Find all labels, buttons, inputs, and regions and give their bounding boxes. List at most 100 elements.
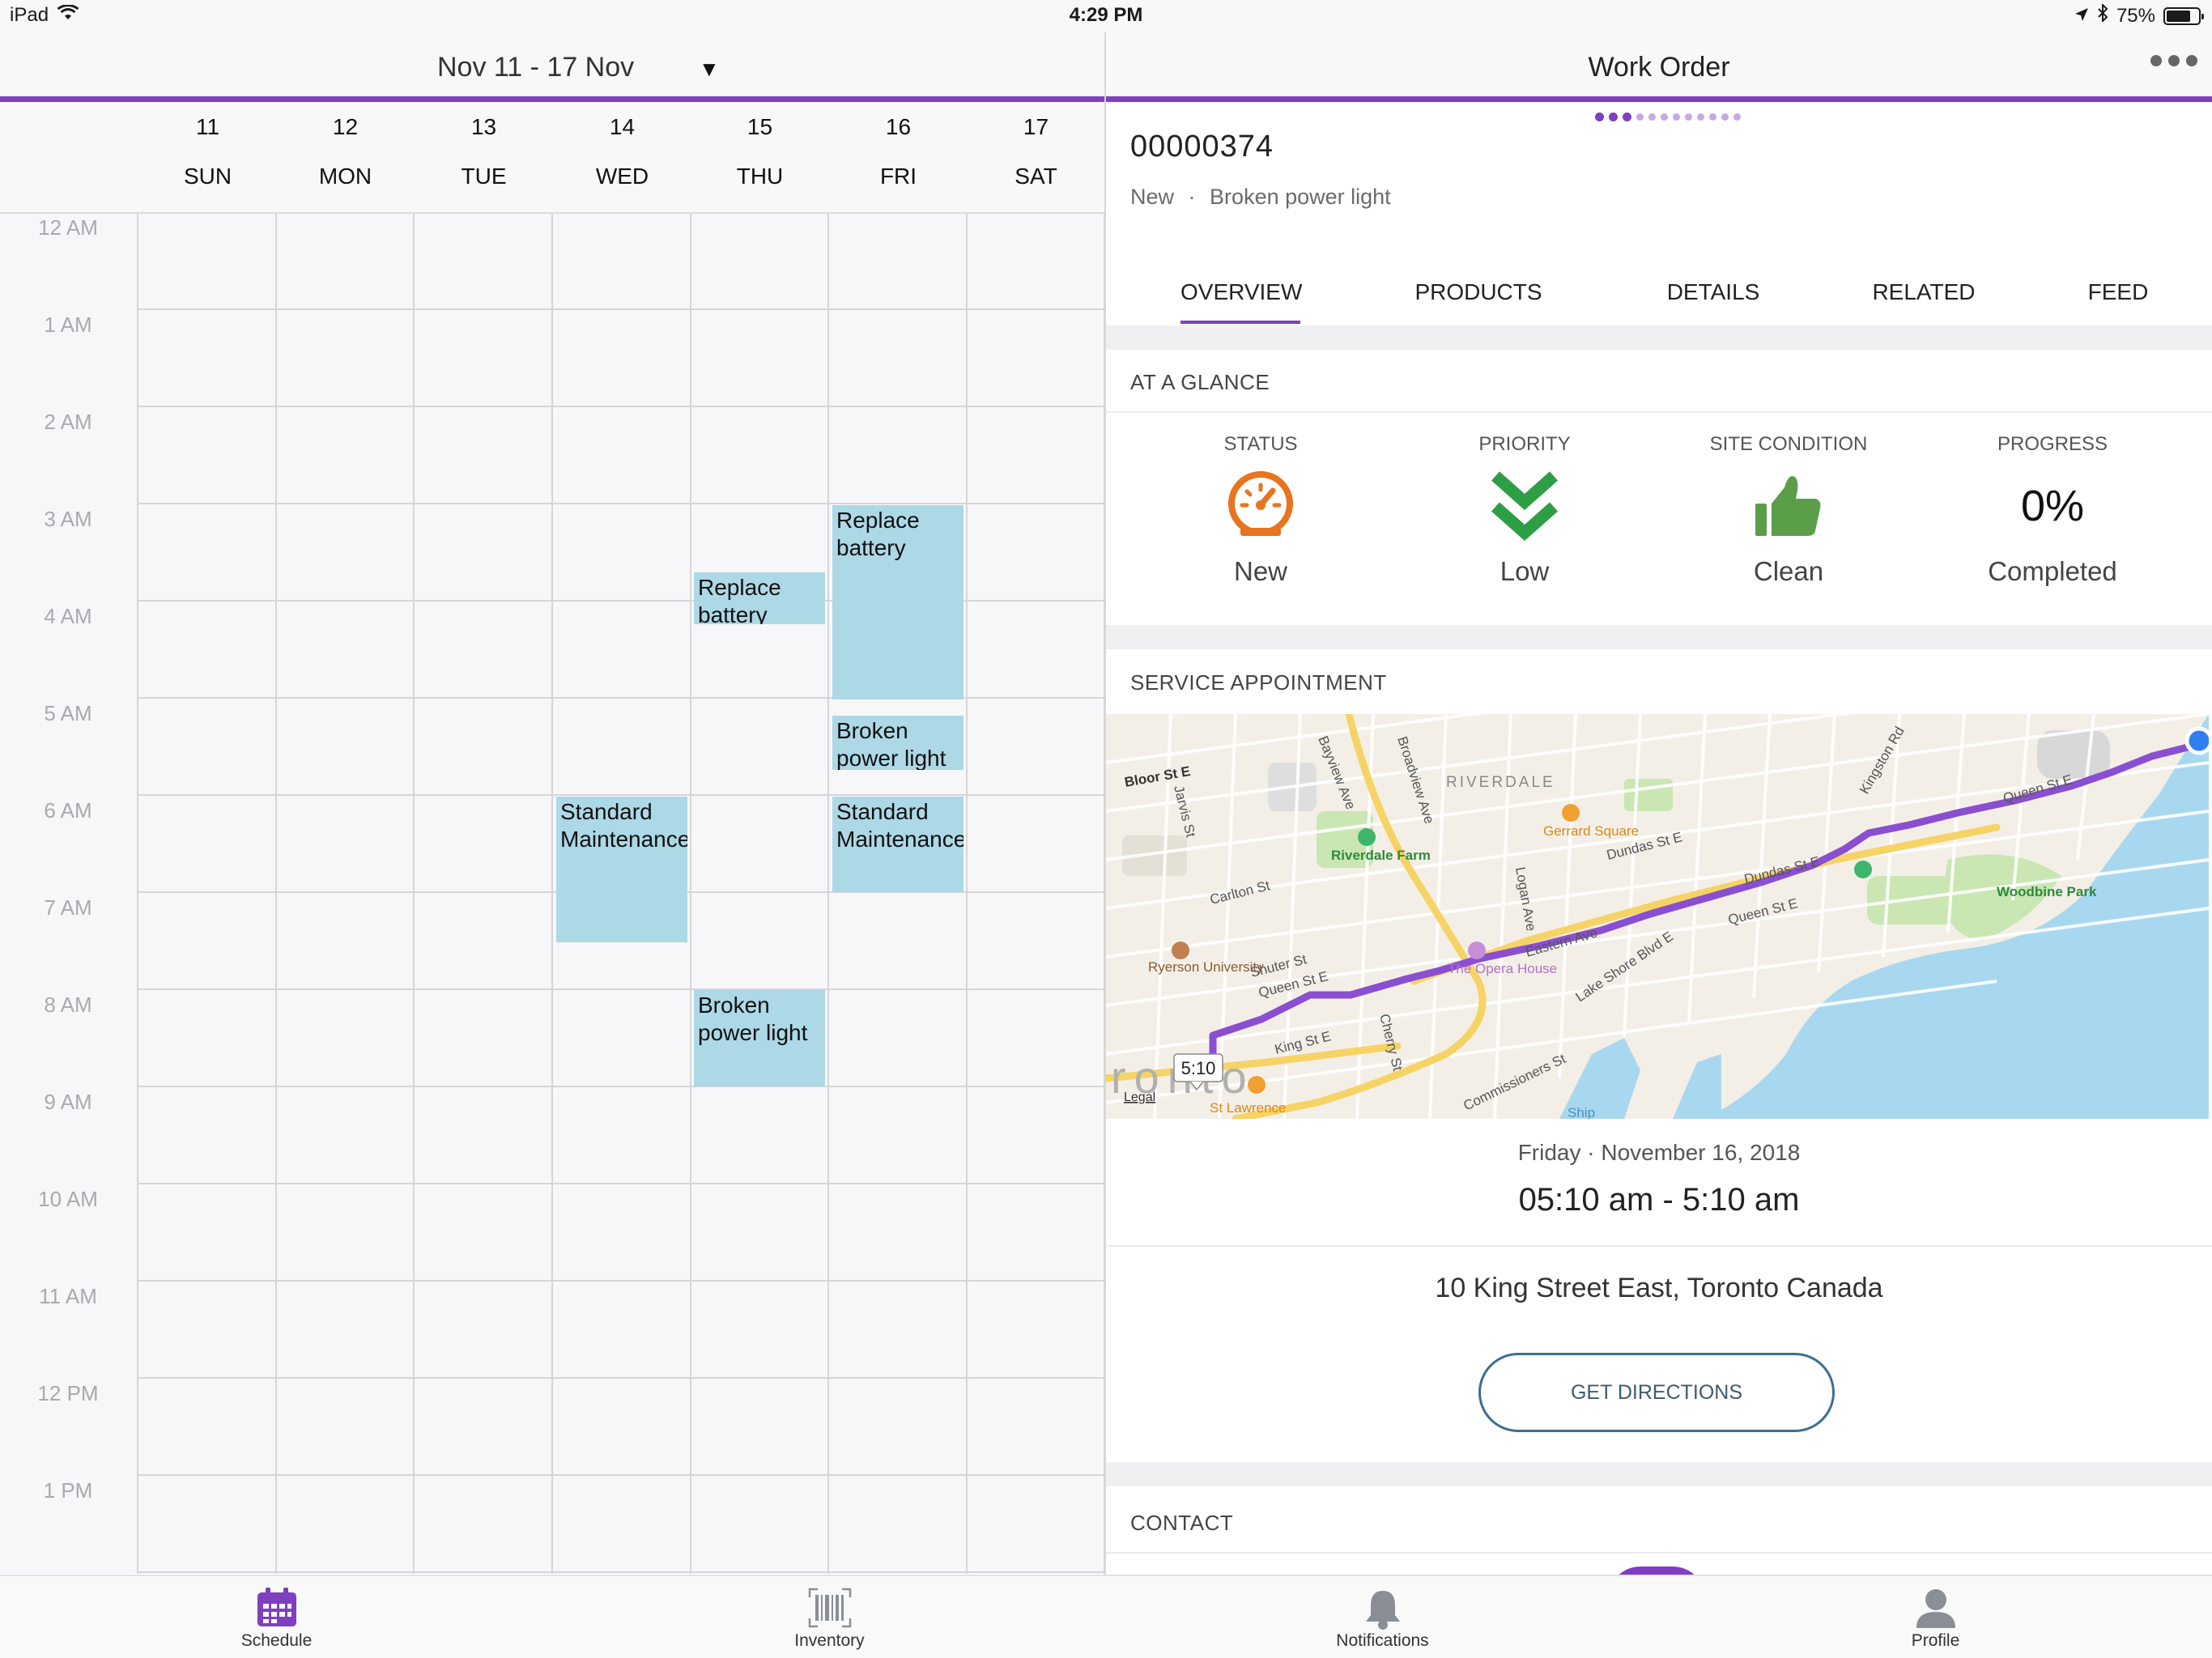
day-column-header[interactable]: 11 SUN: [138, 102, 277, 214]
hour-label: 8 AM: [44, 993, 92, 1017]
map-label: Riverdale Farm: [1331, 848, 1431, 863]
hour-label: 2 AM: [44, 410, 92, 434]
glance-status: STATUS New: [1129, 433, 1393, 587]
calendar-event[interactable]: Replace battery: [832, 505, 963, 699]
tab-overview[interactable]: OVERVIEW: [1180, 279, 1302, 305]
appointment-date: Friday · November 16, 2018: [1517, 1140, 1801, 1165]
map-label: Ryerson University: [1148, 959, 1264, 975]
calendar-event[interactable]: Standard Maintenance: [556, 797, 687, 942]
hour-label: 9 AM: [44, 1090, 92, 1114]
day-number: 13: [470, 114, 497, 139]
service-appointment-heading: SERVICE APPOINTMENT: [1130, 670, 1387, 695]
tab-profile[interactable]: Profile: [1659, 1576, 2212, 1658]
hour-label: 5 AM: [44, 701, 92, 725]
calendar-icon: [0, 1588, 553, 1630]
day-column-header[interactable]: 13 TUE: [415, 102, 553, 214]
tab-inventory[interactable]: Inventory: [553, 1576, 1106, 1658]
day-number: 15: [747, 114, 773, 139]
glance-label: STATUS: [1223, 433, 1298, 455]
hour-label: 1 PM: [43, 1478, 93, 1503]
day-number: 14: [609, 114, 636, 139]
map-label: Queen St E: [2001, 772, 2074, 806]
glance-label: SITE CONDITION: [1709, 433, 1868, 455]
date-range-title[interactable]: Nov 11 - 17 Nov: [437, 52, 634, 83]
day-column-header[interactable]: 14 WED: [553, 102, 691, 214]
route-map[interactable]: Bloor St E RIVERDALE Riverdale Farm Gerr…: [1106, 714, 2209, 1119]
tab-related[interactable]: RELATED: [1851, 279, 1997, 305]
battery-icon: [2163, 6, 2204, 25]
calendar-event[interactable]: Standard Maintenance: [832, 797, 963, 892]
contact-heading: CONTACT: [1130, 1511, 1234, 1535]
glance-label: PROGRESS: [1997, 433, 2108, 455]
day-number: 11: [195, 114, 220, 139]
day-name: TUE: [461, 164, 507, 189]
tab-schedule[interactable]: Schedule: [0, 1576, 553, 1658]
appointment-address: 10 King Street East, Toronto Canada: [1435, 1273, 1883, 1303]
map-label: Dundas St E: [1742, 853, 1821, 887]
glance-value: Clean: [1753, 556, 1824, 586]
section-separator: [1106, 625, 2212, 649]
tab-details[interactable]: DETAILS: [1648, 279, 1778, 305]
get-directions-button[interactable]: GET DIRECTIONS: [1478, 1353, 1835, 1432]
day-name: THU: [736, 164, 784, 189]
grid-lines: [137, 214, 1105, 1574]
detail-tabs: OVERVIEW PRODUCTS DETAILS RELATED FEED: [1106, 271, 2212, 328]
tab-label: Schedule: [240, 1631, 313, 1650]
work-order-title: Work Order: [1588, 52, 1730, 83]
day-name: SUN: [183, 164, 232, 189]
thumbs-up-icon: [1657, 466, 1921, 546]
work-order-number: 00000374: [1130, 130, 1274, 164]
day-column-header[interactable]: 12 MON: [276, 102, 415, 214]
calendar-event[interactable]: Replace battery: [694, 572, 825, 624]
calendar-header: Nov 11 - 17 Nov ▼: [0, 32, 1105, 97]
caret-down-icon[interactable]: ▼: [699, 57, 720, 82]
week-day-header: 11 SUN 12 MON 13 TUE 14 WED 15 THU 16 FR…: [0, 102, 1105, 214]
glance-value: Completed: [1988, 556, 2117, 586]
more-options-icon[interactable]: [2150, 55, 2197, 66]
map-legal-link[interactable]: Legal: [1124, 1090, 1155, 1104]
glance-label: PRIORITY: [1478, 433, 1571, 455]
hour-label: 11 AM: [39, 1284, 97, 1308]
progress-percent: 0%: [2020, 482, 2085, 530]
appointment-time: 05:10 am - 5:10 am: [1518, 1182, 1800, 1218]
tab-label: Inventory: [794, 1631, 865, 1650]
work-order-status: New: [1130, 185, 1175, 209]
map-label: RIVERDALE: [1446, 774, 1555, 791]
day-column-header[interactable]: 15 THU: [691, 102, 829, 214]
map-label: The Opera House: [1448, 961, 1557, 976]
hour-label: 12 AM: [38, 215, 98, 240]
glance-value: New: [1233, 556, 1288, 586]
section-divider: [1106, 1552, 2212, 1554]
glance-value: Low: [1499, 556, 1550, 586]
section-separator: [1106, 325, 2212, 350]
battery-level: [2167, 10, 2190, 22]
work-order-subject: Broken power light: [1210, 185, 1391, 209]
calendar-event[interactable]: Broken power light: [694, 990, 825, 1086]
tab-products[interactable]: PRODUCTS: [1397, 279, 1559, 305]
tab-feed[interactable]: FEED: [2061, 279, 2175, 305]
status-time: 4:29 PM: [1069, 4, 1143, 26]
hour-label: 10 AM: [38, 1187, 98, 1211]
bluetooth-icon: [2097, 2, 2108, 28]
calendar-event[interactable]: Broken power light: [832, 716, 963, 770]
day-column-header[interactable]: 17 SAT: [967, 102, 1105, 214]
day-name: MON: [318, 164, 372, 189]
status-bar: iPad 4:29 PM 75%: [0, 0, 2212, 32]
page-indicator: [1595, 113, 1741, 121]
map-label: Ship: [1568, 1105, 1595, 1119]
barcode-icon: [553, 1588, 1106, 1630]
day-number: 12: [332, 114, 359, 139]
hour-label: 4 AM: [44, 604, 92, 628]
hour-label: 6 AM: [44, 798, 92, 823]
at-a-glance-heading: AT A GLANCE: [1130, 370, 1270, 394]
person-icon: [1659, 1588, 2212, 1630]
day-column-header[interactable]: 16 FRI: [829, 102, 968, 214]
tab-label: Notifications: [1336, 1631, 1429, 1650]
tab-notifications[interactable]: Notifications: [1106, 1576, 1659, 1658]
work-order-subtitle: New · Broken power light: [1130, 185, 1391, 210]
week-grid[interactable]: 12 AM 1 AM 2 AM 3 AM 4 AM 5 AM 6 AM 7 AM…: [0, 214, 1105, 1574]
tab-label: Profile: [1911, 1631, 1960, 1650]
glance-priority: PRIORITY Low: [1393, 433, 1657, 587]
map-label: Bayview Ave: [1315, 733, 1359, 811]
day-name: FRI: [879, 164, 917, 189]
